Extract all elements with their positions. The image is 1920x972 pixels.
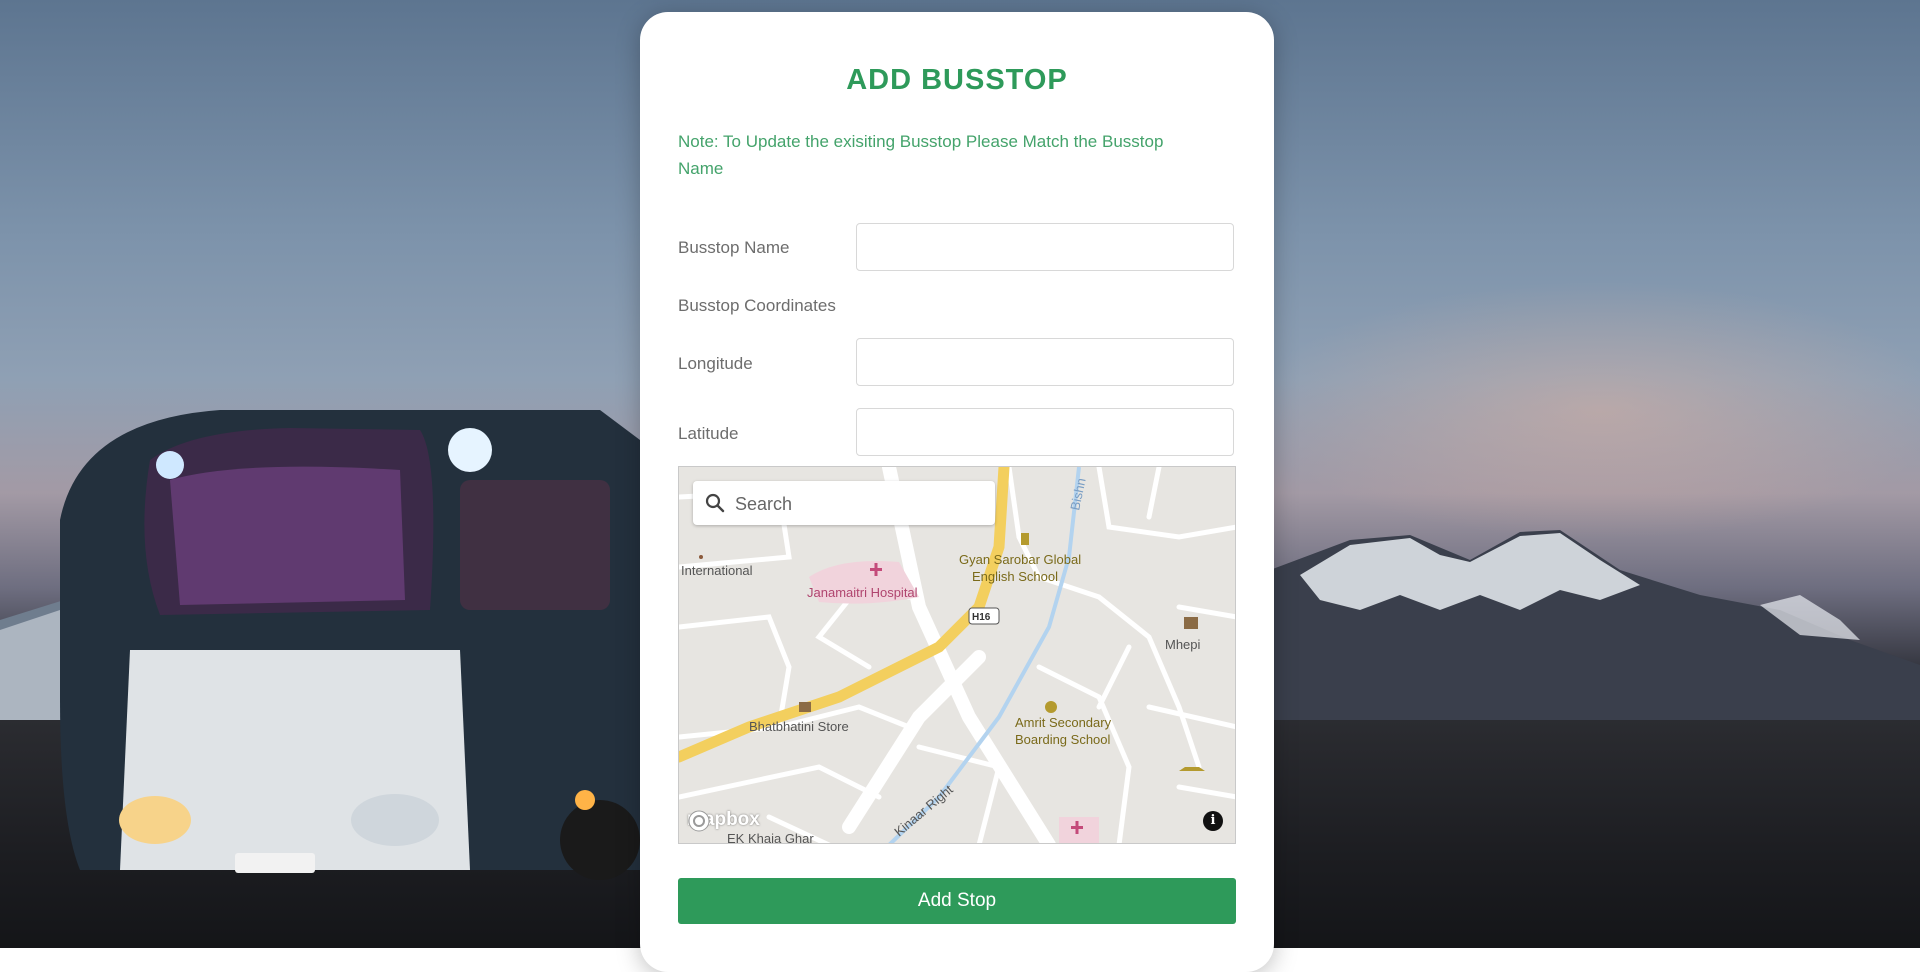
busstop-name-label: Busstop Name: [678, 238, 790, 257]
longitude-input[interactable]: [856, 338, 1234, 386]
map-label-international: International: [681, 563, 753, 578]
map-label-bottom-place: EK Khaja Ghar: [727, 831, 814, 844]
latitude-label: Latitude: [678, 424, 739, 443]
latitude-input[interactable]: [856, 408, 1234, 456]
info-icon[interactable]: i: [1203, 811, 1223, 831]
map-label-school1-line1: Gyan Sarobar Global: [959, 552, 1081, 567]
map-label-hospital: Janamaitri Hospital: [807, 585, 918, 600]
busstop-name-input[interactable]: [856, 223, 1234, 271]
add-busstop-card: ADD BUSSTOP Note: To Update the exisitin…: [640, 12, 1274, 972]
bus-illustration: [60, 410, 640, 880]
mapbox-logo-icon: [688, 810, 710, 832]
update-note: Note: To Update the exisiting Busstop Pl…: [678, 132, 1164, 178]
add-stop-button[interactable]: Add Stop: [678, 878, 1236, 924]
map-search-input[interactable]: [733, 481, 987, 527]
map-search-box[interactable]: [693, 481, 995, 527]
mapbox-logo[interactable]: mapbox: [687, 809, 760, 832]
map-label-store: Bhatbhatini Store: [749, 719, 849, 734]
map-view[interactable]: International Janamaitri Hospital Gyan S…: [678, 466, 1236, 844]
map-label-route: H16: [972, 612, 991, 623]
map-label-school2-line2: Boarding School: [1015, 732, 1111, 747]
longitude-label: Longitude: [678, 354, 753, 373]
search-icon: [705, 493, 725, 513]
page-title: ADD BUSSTOP: [846, 64, 1068, 96]
map-label-school1-line2: English School: [972, 569, 1058, 584]
busstop-coordinates-label: Busstop Coordinates: [678, 296, 836, 315]
map-label-school2-line1: Amrit Secondary: [1015, 715, 1112, 730]
map-label-mhepi: Mhepi: [1165, 637, 1201, 652]
